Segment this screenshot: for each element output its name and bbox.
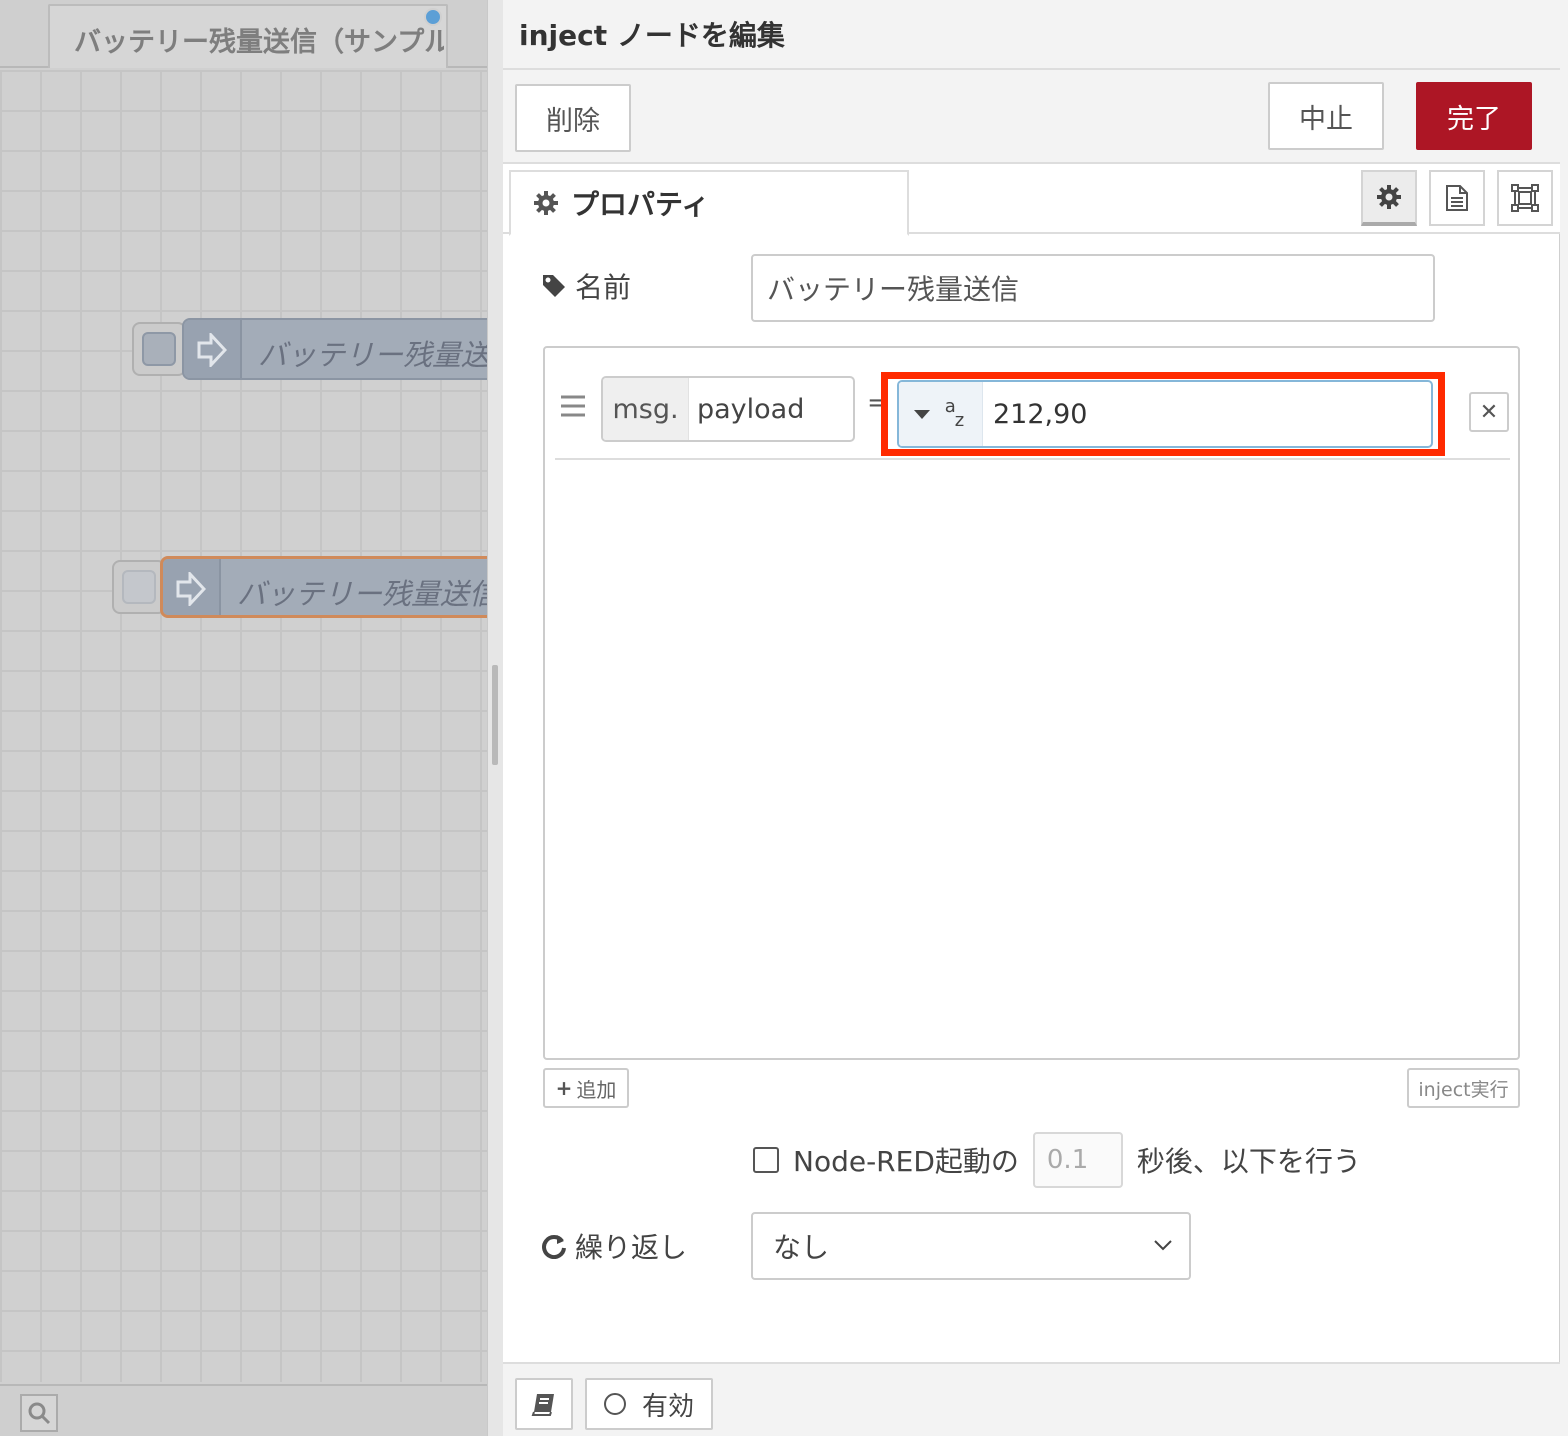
repeat-label: 繰り返し [541, 1226, 687, 1266]
tray-toolbar: 削除 中止 完了 [503, 70, 1560, 164]
flow-tab[interactable]: バッテリー残量送信（サンプル [48, 4, 448, 68]
gear-icon [534, 191, 558, 215]
property-name-field[interactable]: msg. payload [601, 376, 855, 442]
caret-down-icon [914, 409, 931, 419]
book-icon [531, 1394, 554, 1416]
tray-right-edge [1560, 0, 1568, 1436]
inject-node-button[interactable] [132, 322, 186, 376]
inject-node-body[interactable]: バッテリー残量送信 [160, 556, 487, 618]
tab-properties[interactable]: プロパティ [509, 170, 909, 236]
chevron-down-icon [1154, 1240, 1172, 1251]
inject-now-button[interactable]: inject実行 [1407, 1068, 1520, 1108]
cancel-button[interactable]: 中止 [1268, 82, 1384, 150]
tray-footer: 有効 [503, 1362, 1560, 1436]
name-input[interactable]: バッテリー残量送信 [751, 254, 1435, 322]
repeat-label-text: 繰り返し [575, 1231, 688, 1264]
refresh-icon [542, 1235, 566, 1259]
tray-header: inject ノードを編集 [503, 0, 1560, 70]
inject-node-button[interactable] [112, 560, 166, 614]
inject-once-checkbox[interactable] [753, 1147, 779, 1173]
inject-node-selected[interactable]: バッテリー残量送信 [110, 556, 487, 618]
add-property-label: 追加 [576, 1077, 617, 1102]
edit-tray: inject ノードを編集 削除 中止 完了 プロパティ 名前 バッテリー残量送… [503, 0, 1560, 1436]
string-az-icon: az [944, 396, 965, 431]
tray-title: inject ノードを編集 [519, 19, 785, 52]
close-icon: ✕ [1479, 399, 1499, 425]
property-value-field[interactable]: az 212,90 [897, 380, 1433, 448]
workspace-footer [0, 1384, 487, 1436]
flow-tab-label: バッテリー残量送信（サンプル [74, 27, 444, 58]
msg-prefix: msg. [603, 378, 689, 440]
document-icon [1446, 185, 1468, 211]
gear-icon [1377, 185, 1401, 209]
search-button[interactable] [20, 1394, 58, 1432]
inject-once-label: Node-RED起動の [793, 1145, 1019, 1178]
inject-arrow-icon [184, 320, 242, 378]
name-input-value: バッテリー残量送信 [767, 273, 1020, 306]
enable-toggle[interactable]: 有効 [585, 1378, 713, 1430]
inject-once-row: Node-RED起動の 0.1 秒後、以下を行う [753, 1132, 1361, 1188]
flow-changed-indicator [424, 8, 442, 26]
name-label-text: 名前 [575, 271, 632, 304]
repeat-select[interactable]: なし [751, 1212, 1191, 1280]
inject-arrow-icon [163, 559, 221, 615]
tag-icon [543, 275, 565, 297]
property-value-text: 212,90 [993, 398, 1088, 430]
property-row: msg. payload = az 212,90 ✕ [555, 364, 1510, 460]
tray-tabs: プロパティ [503, 164, 1560, 236]
splitter-handle[interactable] [492, 665, 498, 765]
flow-grid[interactable] [0, 70, 487, 1382]
tab-appearance[interactable] [1497, 170, 1553, 226]
delete-button[interactable]: 削除 [515, 84, 631, 152]
enable-label: 有効 [641, 1391, 694, 1422]
property-name-value: payload [697, 393, 805, 425]
inject-once-label-after: 秒後、以下を行う [1136, 1145, 1361, 1178]
workspace-tabbar: バッテリー残量送信（サンプル [0, 0, 487, 68]
inject-node[interactable]: バッテリー残量送信 [130, 318, 487, 380]
inject-node-label: バッテリー残量送信 [237, 577, 487, 611]
repeat-select-value: なし [773, 1231, 830, 1264]
inject-node-label: バッテリー残量送信 [258, 338, 487, 372]
node-appearance-icon [1511, 184, 1539, 212]
help-button[interactable] [515, 1378, 573, 1430]
name-label: 名前 [541, 266, 631, 306]
property-list: msg. payload = az 212,90 ✕ [543, 346, 1520, 1060]
inject-once-delay-input[interactable]: 0.1 [1032, 1132, 1123, 1188]
tab-properties-label: プロパティ [571, 188, 710, 221]
type-selector[interactable]: az [899, 382, 983, 446]
tray-resize-splitter[interactable] [487, 0, 503, 1436]
workspace-canvas: バッテリー残量送信（サンプル バッテリー残量送信 バッテリー残量送信 [0, 0, 487, 1436]
plus-icon: + [555, 1076, 573, 1100]
inject-button-square [142, 332, 176, 366]
drag-handle-icon[interactable] [559, 394, 589, 424]
tab-description[interactable] [1429, 170, 1485, 226]
add-property-button[interactable]: + 追加 [543, 1068, 629, 1108]
search-icon [28, 1402, 51, 1425]
remove-property-button[interactable]: ✕ [1469, 392, 1509, 432]
inject-node-body[interactable]: バッテリー残量送信 [182, 318, 487, 380]
done-button[interactable]: 完了 [1416, 82, 1532, 150]
inject-button-square [122, 570, 156, 604]
circle-icon [603, 1393, 626, 1415]
tab-settings[interactable] [1361, 170, 1417, 226]
